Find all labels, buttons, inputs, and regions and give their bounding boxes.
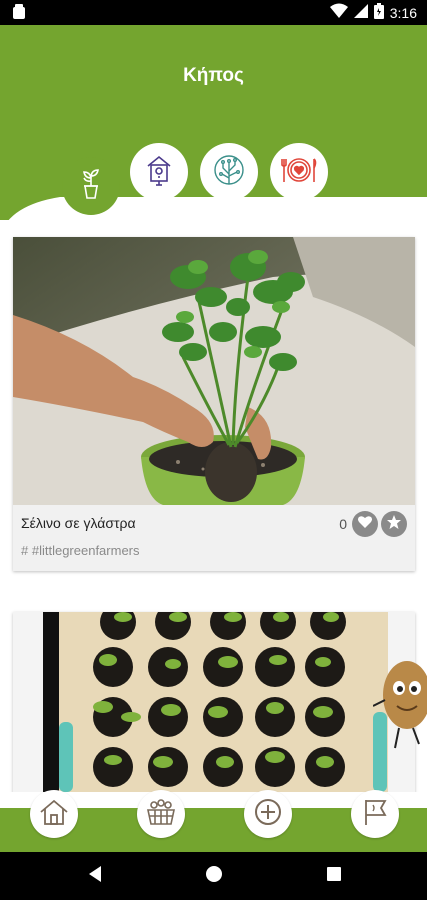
nav-flag-button[interactable] [351, 790, 399, 838]
post-card[interactable]: Σέλινο σε γλάστρα # #littlegreenfarmers … [13, 237, 415, 571]
back-icon [87, 865, 103, 888]
basket-icon [145, 798, 177, 831]
home-icon [39, 798, 69, 831]
notification-icon [12, 4, 26, 25]
square-icon [326, 866, 342, 887]
tab-technology[interactable] [200, 143, 258, 201]
circuit-tree-icon [213, 154, 245, 191]
tab-food[interactable] [270, 143, 328, 201]
like-button[interactable] [352, 511, 378, 537]
status-bar: 3:16 [0, 0, 427, 25]
like-count: 0 [339, 516, 347, 532]
post-title[interactable]: Σέλινο σε γλάστρα [21, 515, 136, 531]
favorite-button[interactable] [381, 511, 407, 537]
post-card[interactable] [13, 612, 415, 792]
flag-icon [361, 797, 389, 832]
category-tabs [62, 143, 372, 215]
add-icon [253, 797, 283, 832]
post-image[interactable] [13, 612, 415, 792]
wifi-icon [329, 3, 348, 22]
circle-icon [205, 865, 223, 888]
birdhouse-icon [145, 154, 173, 191]
post-feed[interactable]: Σέλινο σε γλάστρα # #littlegreenfarmers … [0, 222, 427, 792]
potted-plant-icon [78, 168, 104, 205]
nav-basket-button[interactable] [137, 790, 185, 838]
back-button[interactable] [85, 865, 105, 888]
heart-icon [357, 515, 373, 534]
potato-mascot [372, 640, 427, 780]
tab-garden[interactable] [62, 157, 120, 215]
app-header: Κήπος [0, 25, 427, 255]
nav-add-button[interactable] [244, 790, 292, 838]
post-actions: 0 [339, 511, 407, 537]
home-system-button[interactable] [204, 865, 224, 888]
system-nav-bar [0, 852, 427, 900]
plate-heart-icon [281, 154, 317, 191]
nav-home-button[interactable] [30, 790, 78, 838]
battery-icon [373, 3, 384, 22]
star-icon [386, 514, 402, 535]
post-image[interactable] [13, 237, 415, 505]
bottom-nav [0, 790, 427, 852]
tab-birdhouse[interactable] [130, 143, 188, 201]
page-title: Κήπος [183, 65, 244, 86]
clock: 3:16 [389, 4, 417, 21]
recents-button[interactable] [324, 866, 344, 886]
post-hashtag[interactable]: # #littlegreenfarmers [21, 543, 140, 558]
cell-signal-icon [353, 3, 368, 22]
